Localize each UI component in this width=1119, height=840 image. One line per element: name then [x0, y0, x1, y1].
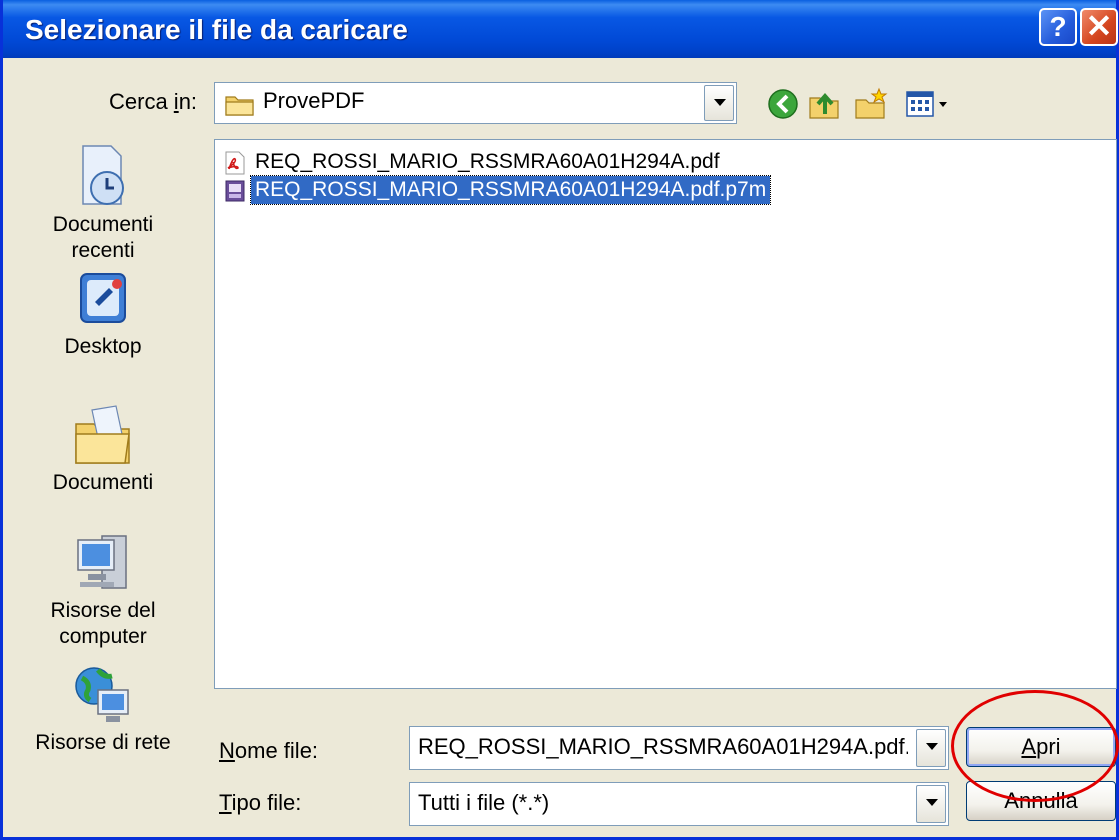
open-button-mnemonic: A — [1021, 734, 1037, 759]
pdf-file-icon — [225, 151, 245, 175]
place-label-line2: recenti — [71, 239, 135, 262]
back-icon[interactable] — [765, 86, 801, 122]
network-places-icon — [75, 667, 129, 722]
place-label-line1: Documenti — [52, 213, 154, 236]
filetype-label: Tipo file: — [219, 790, 301, 816]
dialog-title: Selezionare il file da caricare — [25, 14, 408, 45]
file-name: REQ_ROSSI_MARIO_RSSMRA60A01H294A.pdf.p7m — [249, 175, 772, 205]
place-my-computer[interactable]: Risorse del computer — [3, 530, 203, 650]
look-in-combo[interactable]: ProvePDF — [214, 82, 737, 124]
place-recent-documents[interactable]: Documenti recenti — [3, 142, 203, 264]
look-in-label-suffix: n: — [178, 89, 198, 114]
filename-combo[interactable]: REQ_ROSSI_MARIO_RSSMRA60A01H294A.pdf.p — [409, 726, 949, 770]
place-desktop[interactable]: Desktop — [3, 270, 203, 360]
place-label-line1: Documenti — [52, 471, 154, 494]
place-label-line2: computer — [59, 625, 147, 648]
places-bar: Documenti recenti Desktop Documenti Riso… — [3, 120, 203, 780]
place-label-line1: Desktop — [64, 335, 142, 358]
filetype-label-rest: ipo file: — [231, 790, 302, 815]
filename-label: Nome file: — [219, 738, 318, 764]
open-button[interactable]: Apri — [966, 727, 1116, 767]
open-button-label: pri — [1036, 734, 1061, 759]
look-in-label: Cerca in: — [109, 89, 197, 115]
my-documents-icon — [75, 405, 130, 464]
file-name: REQ_ROSSI_MARIO_RSSMRA60A01H294A.pdf — [255, 150, 720, 173]
close-button[interactable]: ✕ — [1080, 8, 1118, 46]
place-label-line1: Risorse del — [50, 599, 156, 622]
place-label-line1: Risorse di rete — [35, 731, 171, 754]
filetype-value: Tutti i file (*.*) — [418, 790, 550, 815]
p7m-file-icon — [225, 180, 245, 202]
filename-dropdown-button[interactable] — [916, 729, 946, 767]
title-bar[interactable]: Selezionare il file da caricare ? ✕ — [3, 0, 1118, 58]
help-button[interactable]: ? — [1039, 8, 1077, 46]
up-folder-icon[interactable] — [807, 86, 843, 122]
my-computer-icon — [77, 535, 127, 589]
place-network[interactable]: Risorse di rete — [3, 664, 203, 756]
folder-icon — [225, 96, 254, 116]
cancel-button[interactable]: Annulla — [966, 781, 1116, 821]
filename-label-mnemonic: N — [219, 738, 235, 763]
look-in-value: ProvePDF — [263, 88, 365, 113]
desktop-icon — [80, 273, 126, 323]
file-list[interactable]: REQ_ROSSI_MARIO_RSSMRA60A01H294A.pdf REQ… — [214, 139, 1117, 689]
new-folder-icon[interactable] — [853, 86, 889, 122]
filename-label-rest: ome file: — [234, 738, 319, 763]
file-open-dialog: Selezionare il file da caricare ? ✕ Cerc… — [0, 0, 1119, 840]
filetype-label-mnemonic: T — [219, 790, 232, 815]
look-in-dropdown-button[interactable] — [704, 85, 734, 121]
filename-input[interactable]: REQ_ROSSI_MARIO_RSSMRA60A01H294A.pdf.p — [418, 734, 908, 760]
view-menu-icon[interactable] — [903, 86, 953, 122]
look-in-label-prefix: Cerca — [109, 89, 174, 114]
filetype-dropdown-button[interactable] — [916, 785, 946, 823]
place-my-documents[interactable]: Documenti — [3, 402, 203, 496]
filetype-combo[interactable]: Tutti i file (*.*) — [409, 782, 949, 826]
recent-documents-icon — [82, 145, 124, 205]
